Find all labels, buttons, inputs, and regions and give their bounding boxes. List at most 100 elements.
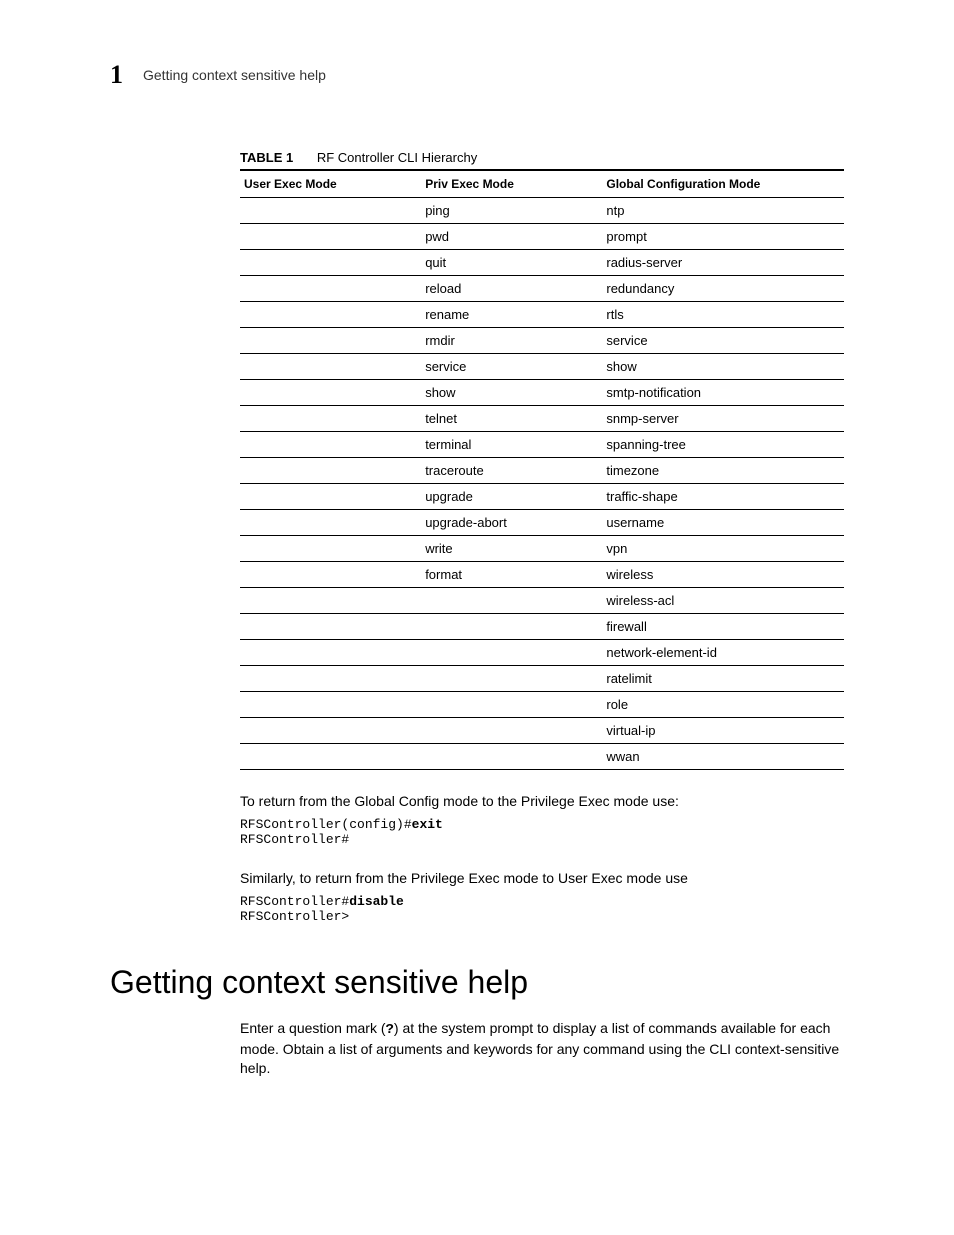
table-cell: show xyxy=(602,354,844,380)
table-cell: vpn xyxy=(602,536,844,562)
table-cell: rtls xyxy=(602,302,844,328)
table-cell: timezone xyxy=(602,458,844,484)
table-cell: ping xyxy=(421,198,602,224)
table-row: telnetsnmp-server xyxy=(240,406,844,432)
table-cell xyxy=(421,744,602,770)
table-cell: network-element-id xyxy=(602,640,844,666)
body-text-a: Enter a question mark ( xyxy=(240,1020,386,1036)
table-cell: wireless-acl xyxy=(602,588,844,614)
table-row: upgrade-abortusername xyxy=(240,510,844,536)
table-cell: rename xyxy=(421,302,602,328)
table-cell: upgrade xyxy=(421,484,602,510)
code-text: RFSController(config)# xyxy=(240,817,412,832)
table-body: pingntppwdpromptquitradius-serverreloadr… xyxy=(240,198,844,770)
table-row: terminalspanning-tree xyxy=(240,432,844,458)
table-row: network-element-id xyxy=(240,640,844,666)
table-cell: terminal xyxy=(421,432,602,458)
table-cell: snmp-server xyxy=(602,406,844,432)
table-row: writevpn xyxy=(240,536,844,562)
table-cell xyxy=(240,432,421,458)
table-cell xyxy=(240,640,421,666)
table-cell xyxy=(240,328,421,354)
page: 1 Getting context sensitive help TABLE 1… xyxy=(0,0,954,1143)
cli-hierarchy-table: User Exec Mode Priv Exec Mode Global Con… xyxy=(240,169,844,770)
table-cell: quit xyxy=(421,250,602,276)
table-cell xyxy=(240,302,421,328)
body-bold-question: ? xyxy=(386,1022,394,1038)
col-user-exec: User Exec Mode xyxy=(240,170,421,198)
section-body: Enter a question mark (?) at the system … xyxy=(240,1019,844,1078)
table-cell xyxy=(240,666,421,692)
page-header: 1 Getting context sensitive help xyxy=(110,60,844,90)
table-cell: telnet xyxy=(421,406,602,432)
table-cell xyxy=(240,406,421,432)
table-cell xyxy=(240,276,421,302)
table-row: traceroutetimezone xyxy=(240,458,844,484)
code-disable-example: RFSController#disable RFSController> xyxy=(240,894,844,924)
table-cell: ntp xyxy=(602,198,844,224)
table-cell: rmdir xyxy=(421,328,602,354)
col-global-config: Global Configuration Mode xyxy=(602,170,844,198)
table-cell xyxy=(240,744,421,770)
table-cell: redundancy xyxy=(602,276,844,302)
table-row: pingntp xyxy=(240,198,844,224)
table-cell xyxy=(240,198,421,224)
content-block: TABLE 1 RF Controller CLI Hierarchy User… xyxy=(240,150,844,924)
table-cell xyxy=(240,250,421,276)
table-cell xyxy=(240,224,421,250)
table-row: wireless-acl xyxy=(240,588,844,614)
table-title: RF Controller CLI Hierarchy xyxy=(317,150,477,165)
section-body-block: Enter a question mark (?) at the system … xyxy=(240,1019,844,1078)
table-cell: traceroute xyxy=(421,458,602,484)
table-row: rmdirservice xyxy=(240,328,844,354)
code-bold: disable xyxy=(349,894,404,909)
table-cell: traffic-shape xyxy=(602,484,844,510)
table-cell xyxy=(421,588,602,614)
table-cell: wireless xyxy=(602,562,844,588)
section-heading: Getting context sensitive help xyxy=(110,964,844,1001)
table-row: upgradetraffic-shape xyxy=(240,484,844,510)
code-text: RFSController> xyxy=(240,909,349,924)
table-row: reloadredundancy xyxy=(240,276,844,302)
table-cell: reload xyxy=(421,276,602,302)
table-cell: format xyxy=(421,562,602,588)
table-label: TABLE 1 xyxy=(240,150,293,165)
table-row: renamertls xyxy=(240,302,844,328)
table-cell: firewall xyxy=(602,614,844,640)
page-number: 1 xyxy=(110,60,123,90)
code-bold: exit xyxy=(412,817,443,832)
table-row: firewall xyxy=(240,614,844,640)
table-cell: service xyxy=(602,328,844,354)
table-cell: role xyxy=(602,692,844,718)
table-cell: pwd xyxy=(421,224,602,250)
table-row: quitradius-server xyxy=(240,250,844,276)
table-cell xyxy=(421,614,602,640)
table-cell xyxy=(240,354,421,380)
table-cell xyxy=(421,692,602,718)
table-row: pwdprompt xyxy=(240,224,844,250)
code-exit-example: RFSController(config)#exit RFSController… xyxy=(240,817,844,847)
table-cell xyxy=(421,666,602,692)
table-cell xyxy=(240,588,421,614)
paragraph-return-priv: Similarly, to return from the Privilege … xyxy=(240,869,844,888)
table-cell xyxy=(240,380,421,406)
table-cell: write xyxy=(421,536,602,562)
table-cell: smtp-notification xyxy=(602,380,844,406)
table-cell xyxy=(240,510,421,536)
table-row: serviceshow xyxy=(240,354,844,380)
table-cell: service xyxy=(421,354,602,380)
table-cell: wwan xyxy=(602,744,844,770)
table-cell xyxy=(240,562,421,588)
table-cell: ratelimit xyxy=(602,666,844,692)
table-cell xyxy=(240,458,421,484)
code-text: RFSController# xyxy=(240,894,349,909)
table-cell xyxy=(240,718,421,744)
table-row: ratelimit xyxy=(240,666,844,692)
table-row: formatwireless xyxy=(240,562,844,588)
table-cell xyxy=(421,640,602,666)
table-cell: show xyxy=(421,380,602,406)
running-title: Getting context sensitive help xyxy=(143,67,326,83)
code-text: RFSController# xyxy=(240,832,349,847)
table-cell: prompt xyxy=(602,224,844,250)
table-caption: TABLE 1 RF Controller CLI Hierarchy xyxy=(240,150,844,165)
